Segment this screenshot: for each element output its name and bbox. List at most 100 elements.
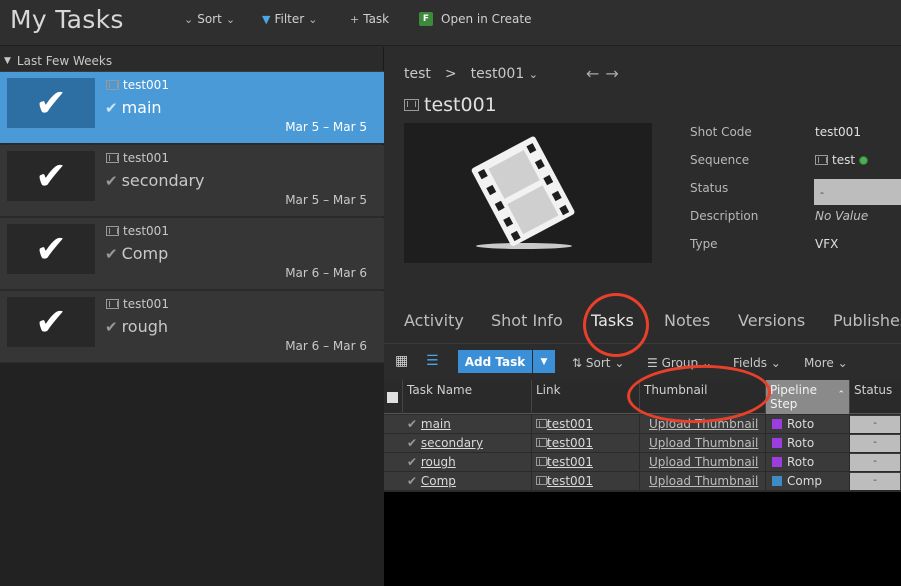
upload-thumbnail-link[interactable]: Upload Thumbnail <box>649 417 758 431</box>
task-name: ✔ main <box>105 98 162 117</box>
upload-thumbnail-link[interactable]: Upload Thumbnail <box>649 455 758 469</box>
status-cell[interactable]: - <box>850 454 900 471</box>
checkmark-icon: ✔ <box>35 300 67 344</box>
column-header-status[interactable]: Status <box>850 380 901 414</box>
film-icon <box>106 299 119 309</box>
task-list-item[interactable]: ✔ test001 ✔ secondary Mar 5 – Mar 5 <box>0 145 384 217</box>
film-icon <box>106 80 119 90</box>
sort-button[interactable]: ⌄ Sort ⌄ <box>184 12 235 26</box>
select-all-checkbox[interactable] <box>387 392 398 403</box>
tab-notes[interactable]: Notes <box>664 311 710 330</box>
status-field[interactable]: - <box>814 179 901 205</box>
arrow-right-icon[interactable]: → <box>605 64 624 83</box>
column-header-pipeline-step[interactable]: Pipeline Step ⌃ <box>766 380 850 414</box>
status-cell[interactable]: - <box>850 473 900 490</box>
pipeline-step-cell[interactable]: Roto <box>766 434 850 453</box>
sequence-link[interactable]: test <box>832 153 855 167</box>
status-cell[interactable]: - <box>850 416 900 433</box>
field-value-sequence[interactable]: test <box>815 153 869 167</box>
filter-button-label: Filter <box>274 12 305 26</box>
grid-more-button[interactable]: More ⌄ <box>804 356 848 370</box>
detail-tabs: Activity Shot Info Tasks Notes Versions … <box>404 311 901 341</box>
task-name-cell: ✔ rough <box>403 453 532 472</box>
empty-list-area <box>0 363 384 586</box>
group-header[interactable]: ▼ Last Few Weeks <box>0 50 384 72</box>
task-list-item[interactable]: ✔ test001 ✔ rough Mar 6 – Mar 6 <box>0 291 384 363</box>
grid-sort-button[interactable]: ⇅ Sort ⌄ <box>572 356 624 370</box>
entity-link[interactable]: test001 <box>547 474 593 488</box>
grid-header: Task Name Link Thumbnail Pipeline Step ⌃ … <box>384 380 901 414</box>
field-value-description[interactable]: No Value <box>815 209 868 223</box>
grid-fields-button[interactable]: Fields ⌄ <box>733 356 781 370</box>
column-header-link[interactable]: Link <box>532 380 640 414</box>
sort-ascending-icon: ⌃ <box>837 390 845 400</box>
link-cell: test001 <box>532 415 640 434</box>
breadcrumb-current[interactable]: test001 ⌄ <box>471 66 538 82</box>
group-header-label: Last Few Weeks <box>16 53 113 68</box>
table-row[interactable]: ✔ Comp test001 Upload Thumbnail Comp - <box>384 472 901 491</box>
add-task-button[interactable]: Add Task <box>458 350 532 373</box>
link-cell: test001 <box>532 434 640 453</box>
field-value-type[interactable]: VFX <box>815 237 838 251</box>
grid-fields-label: Fields <box>733 356 767 370</box>
field-value-shot-code[interactable]: test001 <box>815 125 861 139</box>
table-row[interactable]: ✔ rough test001 Upload Thumbnail Roto - <box>384 453 901 472</box>
column-header-task-name[interactable]: Task Name <box>403 380 532 414</box>
upload-thumbnail-link[interactable]: Upload Thumbnail <box>649 436 758 450</box>
checkmark-icon: ✔ <box>105 244 118 263</box>
checkmark-icon: ✔ <box>105 317 118 336</box>
new-task-button[interactable]: + Task <box>350 12 389 26</box>
table-row[interactable]: ✔ secondary test001 Upload Thumbnail Rot… <box>384 434 901 453</box>
grid-group-button[interactable]: ☰ Group ⌄ <box>647 356 712 370</box>
list-view-icon[interactable]: ☰ <box>426 353 439 369</box>
plus-icon: + <box>350 12 360 26</box>
arrow-left-icon[interactable]: ← <box>586 64 605 83</box>
filter-icon: ▼ <box>262 12 271 26</box>
entity-thumbnail[interactable] <box>404 123 652 263</box>
entity-link[interactable]: test001 <box>547 417 593 431</box>
task-name-link[interactable]: Comp <box>421 474 456 488</box>
film-icon <box>536 476 548 485</box>
task-list-item[interactable]: ✔ test001 ✔ Comp Mar 6 – Mar 6 <box>0 218 384 290</box>
task-dates: Mar 6 – Mar 6 <box>285 339 367 353</box>
task-name-link[interactable]: secondary <box>421 436 483 450</box>
task-name-link[interactable]: rough <box>421 455 456 469</box>
table-row[interactable]: ✔ main test001 Upload Thumbnail Roto - <box>384 415 901 434</box>
task-dates: Mar 5 – Mar 5 <box>285 193 367 207</box>
task-entity-label: test001 <box>123 224 169 238</box>
task-name-label: rough <box>121 317 169 336</box>
entity-link[interactable]: test001 <box>547 436 593 450</box>
task-name: ✔ secondary <box>105 171 205 190</box>
pipeline-step-label: Roto <box>787 417 815 431</box>
tab-tasks[interactable]: Tasks <box>591 311 634 330</box>
checkmark-icon: ✔ <box>105 171 118 190</box>
upload-thumbnail-link[interactable]: Upload Thumbnail <box>649 474 758 488</box>
task-name-link[interactable]: main <box>421 417 451 431</box>
entity-link[interactable]: test001 <box>547 455 593 469</box>
tab-activity[interactable]: Activity <box>404 311 464 330</box>
chevron-down-icon: ⌄ <box>308 12 318 26</box>
tab-publishes[interactable]: Publishes <box>833 311 901 330</box>
chevron-down-icon: ⌄ <box>701 356 713 370</box>
tab-shot-info[interactable]: Shot Info <box>491 311 563 330</box>
breadcrumb-root[interactable]: test <box>404 66 431 82</box>
status-cell[interactable]: - <box>850 435 900 452</box>
filter-button[interactable]: ▼ Filter ⌄ <box>262 12 317 26</box>
task-entity-label: test001 <box>123 297 169 311</box>
field-label-sequence: Sequence <box>690 153 750 167</box>
task-thumbnail: ✔ <box>7 297 95 347</box>
grid-view-icon[interactable]: ▦ <box>395 353 408 369</box>
checkmark-icon: ✔ <box>105 98 118 117</box>
task-list-item[interactable]: ✔ test001 ✔ main Mar 5 – Mar 5 <box>0 72 384 144</box>
pipeline-step-cell[interactable]: Comp <box>766 472 850 491</box>
entity-title-label: test001 <box>424 94 497 116</box>
pipeline-step-label: Comp <box>787 474 823 488</box>
tab-versions[interactable]: Versions <box>738 311 805 330</box>
pipeline-step-cell[interactable]: Roto <box>766 453 850 472</box>
pipeline-step-cell[interactable]: Roto <box>766 415 850 434</box>
add-task-dropdown-button[interactable]: ▼ <box>533 350 555 373</box>
chevron-down-icon: ⌄ <box>225 12 236 26</box>
entity-title: test001 <box>404 94 497 116</box>
column-header-thumbnail[interactable]: Thumbnail <box>640 380 766 414</box>
open-in-create-button[interactable]: F Open in Create <box>419 12 532 26</box>
